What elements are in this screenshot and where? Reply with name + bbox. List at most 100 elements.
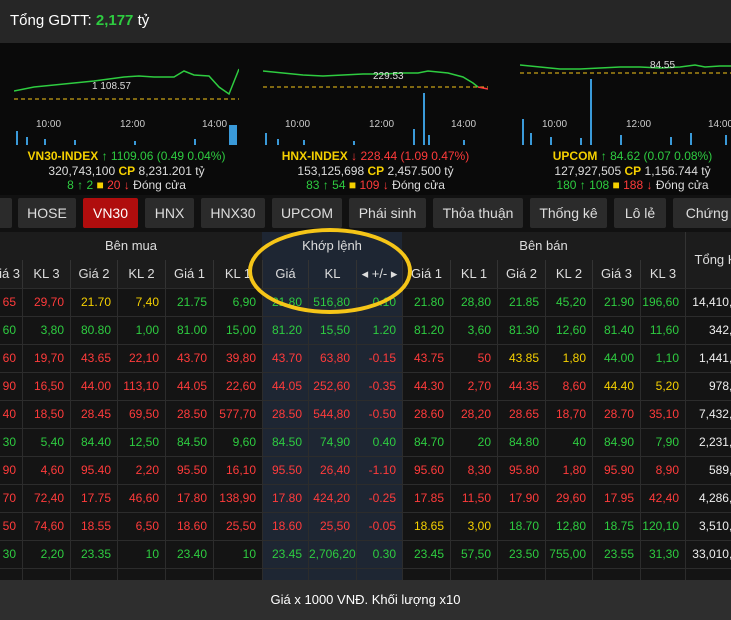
table-cell: 23.40	[165, 541, 213, 568]
table-cell: 84.80	[497, 429, 545, 456]
column-header[interactable]: KL 2	[545, 260, 592, 288]
table-cell	[545, 569, 592, 580]
tab-chung-quyen[interactable]: Chứng q	[673, 198, 731, 228]
table-cell: 18.60	[262, 513, 308, 540]
table-cell	[22, 569, 70, 580]
column-header[interactable]: KL 3	[22, 260, 70, 288]
table-row[interactable]: 50 74,60 18.55 6,50 18.60 25,50 18.60 25,50 -0.0…	[0, 512, 731, 540]
index-trade-value: 2,457.500 tỷ	[387, 164, 454, 178]
table-cell: 43.65	[70, 345, 117, 372]
table-row[interactable]: 70 72,40 17.75 46,60 17.80 138,90 17.80 424,20-…	[0, 484, 731, 512]
table-cell: 95.40	[70, 457, 117, 484]
tab-thoa-thuan[interactable]: Thỏa thuận	[433, 198, 523, 228]
footer-note: Giá x 1000 VNĐ. Khối lượng x10	[0, 580, 731, 620]
table-cell: 28.60	[402, 401, 450, 428]
table-cell: 18.60	[165, 513, 213, 540]
table-cell: 29,60	[545, 485, 592, 512]
table-cell: 23.35	[70, 541, 117, 568]
table-cell: 29,70	[22, 289, 70, 316]
table-cell: 43.75	[402, 345, 450, 372]
table-cell: 2,231,5	[685, 429, 731, 456]
market-status: Đóng cửa	[655, 178, 709, 192]
index-breadth-line: 180 ↑ 108 ■ 188 ↓ Đóng cửa	[510, 178, 731, 192]
unchanged-count: 2	[86, 178, 94, 192]
table-row[interactable]: 90 16,50 44.00 113,10 44.05 22,60 44.05 252,60-…	[0, 372, 731, 400]
header-buy-group: Bên mua	[0, 232, 262, 260]
index-trade-value: 1,156.744 tỷ	[644, 164, 711, 178]
index-card-vn30[interactable]: 1 108.57 10:00 12:00 14:00 VN30-INDEX ↑ …	[4, 43, 249, 195]
table-cell: 3,00	[450, 513, 497, 540]
tab-vn30[interactable]: VN30	[83, 198, 138, 228]
table-row[interactable]: 30 5,40 84.40 12,50 84.50 9,60 84.50 74,90 0.40 8…	[0, 428, 731, 456]
table-cell: 84.70	[402, 429, 450, 456]
tab-thong-ke[interactable]: Thống kê	[530, 198, 607, 228]
index-trade-value: 8,231.201 tỷ	[138, 164, 205, 178]
table-cell: 1,441,5	[685, 345, 731, 372]
table-row[interactable]: 60 3,80 80.80 1,00 81.00 15,00 81.20 15,50 1.20 8…	[0, 316, 731, 344]
table-cell: 8,60	[545, 373, 592, 400]
table-row[interactable]: 30 2,20 23.35 10 23.40 10 23.45 2,706,20 0.30 23.…	[0, 540, 731, 568]
table-cell	[117, 569, 165, 580]
table-row[interactable]: 90 4,60 95.40 2,20 95.50 16,10 95.50 26,40 -1.10…	[0, 456, 731, 484]
tab-hnx30[interactable]: HNX30	[201, 198, 265, 228]
table-cell: 20	[450, 429, 497, 456]
table-row[interactable]: 60 19,70 43.65 22,10 43.70 39,80 43.70 63,80 -0.…	[0, 344, 731, 372]
index-change: (0.49 0.04%)	[156, 149, 226, 163]
table-cell: 10	[117, 541, 165, 568]
table-cell: 14,410,5	[685, 289, 731, 316]
table-cell: 60	[0, 345, 22, 372]
index-volume-line: 153,125,698 CP 2,457.500 tỷ	[253, 164, 498, 178]
tab-hnx[interactable]: HNX	[145, 198, 194, 228]
up-arrow-icon: ↑	[101, 149, 108, 163]
table-cell: 40	[545, 429, 592, 456]
table-cell: 44.05	[262, 373, 308, 400]
index-value: 228.44	[360, 149, 398, 163]
market-tabs: HOSE VN30 HNX HNX30 UPCOM Phái sinh Thỏa…	[0, 195, 731, 232]
table-cell: 65	[0, 289, 22, 316]
index-chart-hnx	[263, 49, 488, 145]
decliners-count: 188	[623, 178, 644, 192]
column-header[interactable]: KL 1	[450, 260, 497, 288]
tab-hose[interactable]: HOSE	[18, 198, 76, 228]
tab-lo-le[interactable]: Lô lẻ	[614, 198, 666, 228]
table-cell	[213, 569, 262, 580]
tab-upcom[interactable]: UPCOM	[272, 198, 342, 228]
table-cell: 11,60	[640, 317, 685, 344]
table-cell: 81.20	[262, 317, 308, 344]
table-cell: 18.70	[497, 513, 545, 540]
tab-partial-left[interactable]	[0, 198, 12, 228]
index-card-upcom[interactable]: 84.55 10:00 12:00 14:00 UPCOM ↑ 84.62 (0…	[510, 43, 731, 195]
table-cell: 95.90	[592, 457, 640, 484]
table-cell: 23.50	[497, 541, 545, 568]
column-header[interactable]: KL 2	[117, 260, 165, 288]
table-cell: 589,8	[685, 457, 731, 484]
table-cell: 1,80	[545, 457, 592, 484]
table-cell: 84.50	[262, 429, 308, 456]
tab-phai-sinh[interactable]: Phái sinh	[349, 198, 426, 228]
table-cell: 44.40	[592, 373, 640, 400]
table-row[interactable]: 40 18,50 28.45 69,50 28.50 577,70 28.50 544,80-…	[0, 400, 731, 428]
index-name: UPCOM	[552, 149, 598, 163]
column-header[interactable]: Giá 2	[497, 260, 545, 288]
column-header[interactable]: Giá 1	[165, 260, 213, 288]
table-cell: 10	[213, 541, 262, 568]
index-card-hnx[interactable]: 229.53 10:00 12:00 14:00 HNX-INDEX ↓ 228…	[253, 43, 498, 195]
table-cell: 81.00	[165, 317, 213, 344]
table-cell: 113,10	[117, 373, 165, 400]
table-cell: 16,10	[213, 457, 262, 484]
table-cell: 45,20	[545, 289, 592, 316]
table-cell: 8,90	[640, 457, 685, 484]
time-tick: 10:00	[36, 119, 62, 130]
table-cell	[308, 569, 356, 580]
column-header[interactable]: Giá 3	[592, 260, 640, 288]
table-cell: 12,60	[545, 317, 592, 344]
column-header[interactable]: KL 3	[640, 260, 685, 288]
table-row[interactable]	[0, 568, 731, 580]
table-cell	[592, 569, 640, 580]
column-header[interactable]: Giá 3	[0, 260, 22, 288]
table-cell: 31,30	[640, 541, 685, 568]
table-cell: 28.65	[497, 401, 545, 428]
table-cell	[402, 569, 450, 580]
table-cell: 35,10	[640, 401, 685, 428]
column-header[interactable]: Giá 2	[70, 260, 117, 288]
